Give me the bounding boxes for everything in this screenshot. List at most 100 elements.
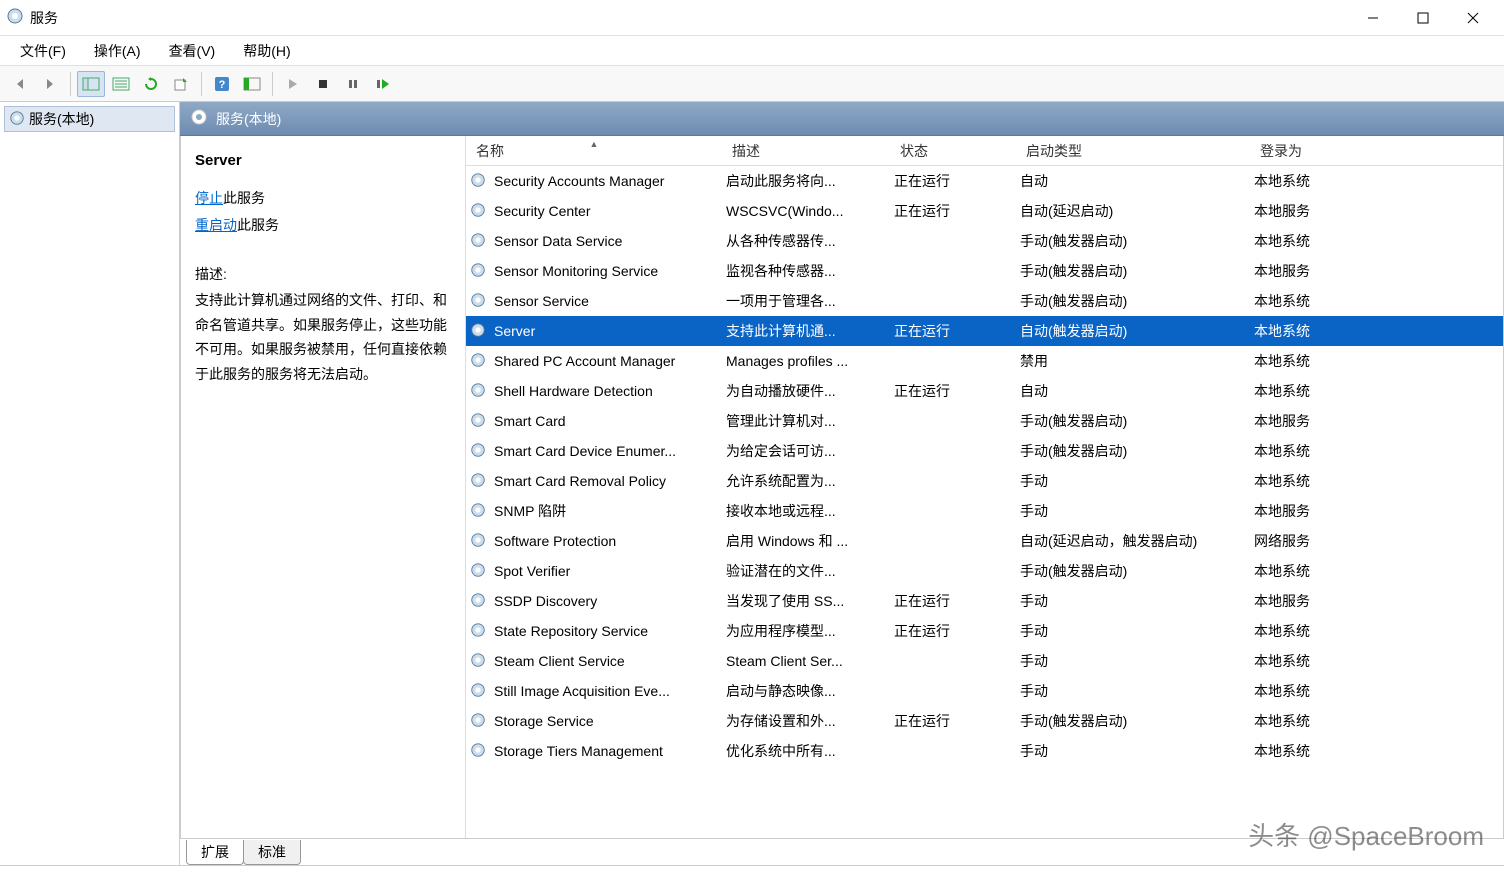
- cell-desc: 当发现了使用 SS...: [722, 591, 890, 611]
- gear-icon: [466, 442, 490, 461]
- tab-extended[interactable]: 扩展: [186, 840, 244, 865]
- gear-icon: [466, 352, 490, 371]
- cell-logon: 本地系统: [1250, 681, 1370, 701]
- stop-service-button[interactable]: [309, 71, 337, 97]
- table-row[interactable]: Shared PC Account ManagerManages profile…: [466, 346, 1503, 376]
- menu-help[interactable]: 帮助(H): [229, 38, 304, 64]
- pause-service-button[interactable]: [339, 71, 367, 97]
- cell-startup: 手动(触发器启动): [1016, 411, 1250, 431]
- properties-button[interactable]: [107, 71, 135, 97]
- gear-icon: [9, 110, 25, 129]
- cell-startup: 自动: [1016, 171, 1250, 191]
- cell-desc: 一项用于管理各...: [722, 291, 890, 311]
- col-logon[interactable]: 登录为: [1250, 141, 1370, 161]
- cell-name: Sensor Service: [490, 293, 722, 309]
- maximize-button[interactable]: [1398, 2, 1448, 34]
- cell-desc: 为自动播放硬件...: [722, 381, 890, 401]
- table-row[interactable]: Smart Card管理此计算机对...手动(触发器启动)本地服务: [466, 406, 1503, 436]
- cell-desc: 为应用程序模型...: [722, 621, 890, 641]
- back-button[interactable]: [6, 71, 34, 97]
- cell-logon: 本地系统: [1250, 321, 1370, 341]
- table-row[interactable]: Sensor Service一项用于管理各...手动(触发器启动)本地系统: [466, 286, 1503, 316]
- start-service-button[interactable]: [279, 71, 307, 97]
- refresh-button[interactable]: [137, 71, 165, 97]
- cell-logon: 网络服务: [1250, 531, 1370, 551]
- tree-panel: 服务(本地): [0, 102, 180, 865]
- cell-logon: 本地系统: [1250, 381, 1370, 401]
- table-row[interactable]: SNMP 陷阱接收本地或远程...手动本地服务: [466, 496, 1503, 526]
- cell-startup: 手动(触发器启动): [1016, 561, 1250, 581]
- cell-name: Storage Tiers Management: [490, 743, 722, 759]
- menu-file[interactable]: 文件(F): [6, 38, 80, 64]
- show-hide-tree-button[interactable]: [77, 71, 105, 97]
- table-row[interactable]: SSDP Discovery当发现了使用 SS...正在运行手动本地服务: [466, 586, 1503, 616]
- cell-logon: 本地系统: [1250, 171, 1370, 191]
- table-row[interactable]: Shell Hardware Detection为自动播放硬件...正在运行自动…: [466, 376, 1503, 406]
- cell-name: Still Image Acquisition Eve...: [490, 683, 722, 699]
- cell-startup: 手动(触发器启动): [1016, 441, 1250, 461]
- table-row[interactable]: Sensor Monitoring Service监视各种传感器...手动(触发…: [466, 256, 1503, 286]
- gear-icon: [466, 202, 490, 221]
- description-text: 支持此计算机通过网络的文件、打印、和命名管道共享。如果服务停止，这些功能不可用。…: [195, 288, 451, 386]
- cell-startup: 手动: [1016, 501, 1250, 521]
- cell-status: 正在运行: [890, 711, 1016, 731]
- cell-desc: Steam Client Ser...: [722, 653, 890, 669]
- table-row[interactable]: Storage Service为存储设置和外...正在运行手动(触发器启动)本地…: [466, 706, 1503, 736]
- restart-link[interactable]: 重启动: [195, 217, 237, 233]
- cell-desc: 支持此计算机通...: [722, 321, 890, 341]
- col-status[interactable]: 状态: [890, 141, 1016, 161]
- cell-startup: 手动(触发器启动): [1016, 231, 1250, 251]
- gear-icon: [466, 262, 490, 281]
- cell-name: Sensor Data Service: [490, 233, 722, 249]
- gear-icon: [466, 592, 490, 611]
- cell-logon: 本地服务: [1250, 501, 1370, 521]
- menu-view[interactable]: 查看(V): [155, 38, 230, 64]
- cell-status: 正在运行: [890, 381, 1016, 401]
- table-row[interactable]: State Repository Service为应用程序模型...正在运行手动…: [466, 616, 1503, 646]
- cell-status: 正在运行: [890, 591, 1016, 611]
- cell-logon: 本地系统: [1250, 351, 1370, 371]
- table-row[interactable]: Storage Tiers Management优化系统中所有...手动本地系统: [466, 736, 1503, 766]
- cell-name: Security Center: [490, 203, 722, 219]
- export-button[interactable]: [167, 71, 195, 97]
- cell-desc: WSCSVC(Windo...: [722, 203, 890, 219]
- restart-service-button[interactable]: [369, 71, 397, 97]
- cell-status: 正在运行: [890, 621, 1016, 641]
- service-list[interactable]: Security Accounts Manager启动此服务将向...正在运行自…: [466, 166, 1503, 838]
- tab-standard[interactable]: 标准: [243, 840, 301, 865]
- cell-name: Shared PC Account Manager: [490, 353, 722, 369]
- cell-name: Storage Service: [490, 713, 722, 729]
- cell-logon: 本地系统: [1250, 561, 1370, 581]
- view-toggle-button[interactable]: [238, 71, 266, 97]
- col-startup[interactable]: 启动类型: [1016, 141, 1250, 161]
- table-row[interactable]: Smart Card Device Enumer...为给定会话可访... 手动(…: [466, 436, 1503, 466]
- cell-logon: 本地服务: [1250, 411, 1370, 431]
- table-row[interactable]: Software Protection启用 Windows 和 ...自动(延迟…: [466, 526, 1503, 556]
- gear-icon: [466, 682, 490, 701]
- toolbar: ?: [0, 66, 1504, 102]
- cell-name: Smart Card Device Enumer...: [490, 443, 722, 459]
- col-name[interactable]: ▲ 名称: [466, 141, 722, 161]
- table-row[interactable]: Sensor Data Service从各种传感器传...手动(触发器启动)本地…: [466, 226, 1503, 256]
- stop-link[interactable]: 停止: [195, 190, 223, 206]
- table-row[interactable]: Still Image Acquisition Eve...启动与静态映像...…: [466, 676, 1503, 706]
- cell-name: Smart Card Removal Policy: [490, 473, 722, 489]
- table-row[interactable]: Spot Verifier验证潜在的文件...手动(触发器启动)本地系统: [466, 556, 1503, 586]
- table-row[interactable]: Security CenterWSCSVC(Windo...正在运行自动(延迟启…: [466, 196, 1503, 226]
- table-row[interactable]: Smart Card Removal Policy允许系统配置为...手动本地系…: [466, 466, 1503, 496]
- col-desc[interactable]: 描述: [722, 141, 890, 161]
- cell-name: Smart Card: [490, 413, 722, 429]
- table-row[interactable]: Security Accounts Manager启动此服务将向...正在运行自…: [466, 166, 1503, 196]
- help-button[interactable]: ?: [208, 71, 236, 97]
- forward-button[interactable]: [36, 71, 64, 97]
- table-row[interactable]: Steam Client ServiceSteam Client Ser...手…: [466, 646, 1503, 676]
- cell-logon: 本地系统: [1250, 441, 1370, 461]
- close-button[interactable]: [1448, 2, 1498, 34]
- tree-root-item[interactable]: 服务(本地): [4, 106, 175, 132]
- table-row[interactable]: Server支持此计算机通...正在运行自动(触发器启动)本地系统: [466, 316, 1503, 346]
- cell-desc: 为给定会话可访...: [722, 441, 890, 461]
- menu-action[interactable]: 操作(A): [80, 38, 155, 64]
- cell-status: 正在运行: [890, 201, 1016, 221]
- minimize-button[interactable]: [1348, 2, 1398, 34]
- cell-desc: 允许系统配置为...: [722, 471, 890, 491]
